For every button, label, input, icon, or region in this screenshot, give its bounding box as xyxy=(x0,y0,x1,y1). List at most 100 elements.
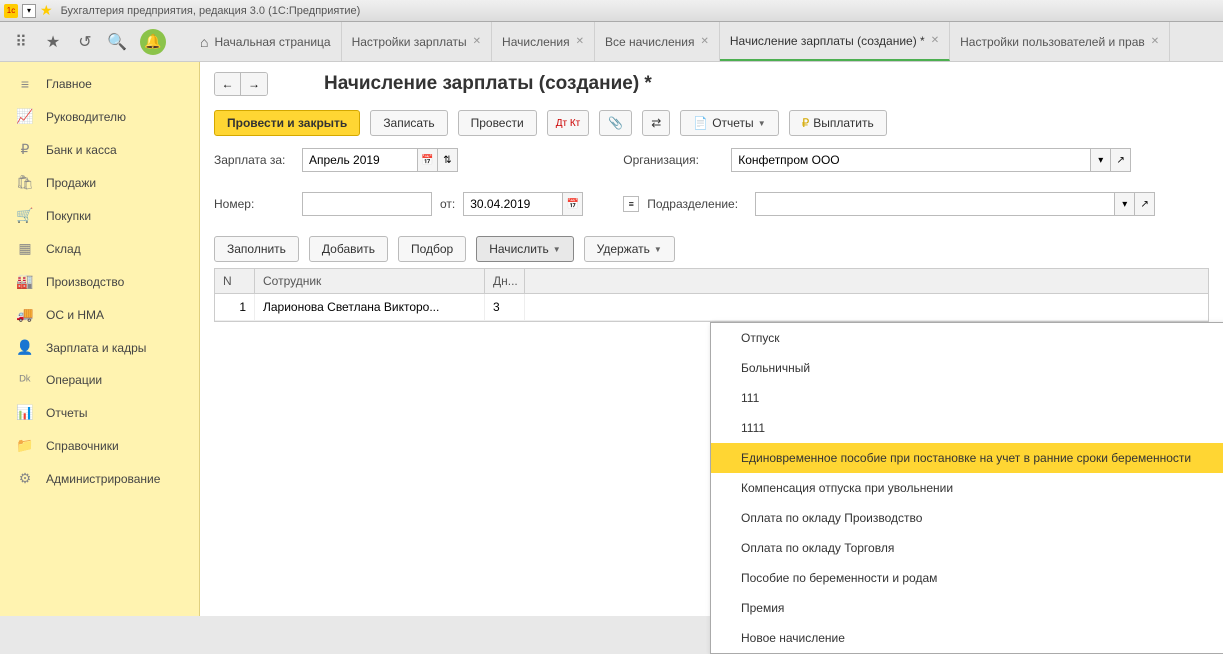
menu-item-vacation[interactable]: Отпуск xyxy=(711,323,1223,353)
tab-label: Начальная страница xyxy=(214,35,330,49)
fill-button[interactable]: Заполнить xyxy=(214,236,299,262)
col-n: N xyxy=(215,269,255,293)
number-input[interactable] xyxy=(302,192,432,216)
withhold-button[interactable]: Удержать ▼ xyxy=(584,236,675,262)
menu-item-comp-vacation[interactable]: Компенсация отпуска при увольнении xyxy=(711,473,1223,503)
tab-accruals[interactable]: Начисления ✕ xyxy=(492,22,595,61)
chevron-down-icon[interactable]: ▾ xyxy=(1115,192,1135,216)
calendar-icon[interactable]: 📅 xyxy=(418,148,438,172)
close-icon[interactable]: ✕ xyxy=(931,35,939,46)
tab-label: Начисление зарплаты (создание) * xyxy=(730,34,925,48)
hierarchy-button[interactable]: ⇄ xyxy=(642,110,670,136)
date-input[interactable]: 30.04.2019 xyxy=(463,192,563,216)
close-icon[interactable]: ✕ xyxy=(700,36,708,47)
save-button[interactable]: Записать xyxy=(370,110,447,136)
menu-item-salary-trade[interactable]: Оплата по окладу Торговля xyxy=(711,533,1223,563)
chart-icon: 📈 xyxy=(16,108,34,125)
favorite-icon[interactable]: ★ xyxy=(40,2,53,19)
tab-settings-salary[interactable]: Настройки зарплаты ✕ xyxy=(342,22,492,61)
pick-button[interactable]: Подбор xyxy=(398,236,466,262)
reports-button[interactable]: 📄Отчеты▼ xyxy=(680,110,778,136)
cell-employee: Ларионова Светлана Викторо... xyxy=(255,294,485,320)
month-input[interactable]: Апрель 2019 xyxy=(302,148,418,172)
menu-item-maternity[interactable]: Пособие по беременности и родам xyxy=(711,563,1223,593)
attach-button[interactable]: 📎 xyxy=(599,110,632,136)
menu-item-pregnancy-benefit[interactable]: Единовременное пособие при постановке на… xyxy=(711,443,1223,473)
chevron-down-icon[interactable]: ▾ xyxy=(1091,148,1111,172)
home-icon: ⌂ xyxy=(200,34,208,50)
close-icon[interactable]: ✕ xyxy=(1151,36,1159,47)
sidebar-item-bank[interactable]: ₽Банк и касса xyxy=(0,133,199,166)
dtkt-icon: ᴰᵏ xyxy=(16,372,34,388)
accrue-button[interactable]: Начислить ▼ xyxy=(476,236,573,262)
dept-input[interactable] xyxy=(755,192,1115,216)
menu-item-1111[interactable]: 1111 xyxy=(711,413,1223,443)
sidebar-item-production[interactable]: 🏭Производство xyxy=(0,265,199,298)
sidebar-label: Операции xyxy=(46,373,102,387)
tab-all-accruals[interactable]: Все начисления ✕ xyxy=(595,22,720,61)
spinner-icon[interactable]: ⇅ xyxy=(438,148,458,172)
chevron-down-icon: ▼ xyxy=(758,119,766,128)
close-icon[interactable]: ✕ xyxy=(473,36,481,47)
main-toolbar: ⠿ ★ ↺ 🔍 🔔 ⌂ Начальная страница Настройки… xyxy=(0,22,1223,62)
sidebar-item-sales[interactable]: 🛍Продажи xyxy=(0,166,199,199)
page-title: Начисление зарплаты (создание) * xyxy=(324,73,652,95)
pay-button[interactable]: ₽Выплатить xyxy=(789,110,887,136)
menu-item-sick[interactable]: Больничный xyxy=(711,353,1223,383)
apps-icon[interactable]: ⠿ xyxy=(12,33,30,51)
table-row[interactable]: 1 Ларионова Светлана Викторо... 3 xyxy=(215,294,1208,321)
org-input[interactable]: Конфетпром ООО xyxy=(731,148,1091,172)
sidebar-item-manager[interactable]: 📈Руководителю xyxy=(0,100,199,133)
sidebar-item-purchases[interactable]: 🛒Покупки xyxy=(0,199,199,232)
post-button[interactable]: Провести xyxy=(458,110,537,136)
sidebar-label: Банк и касса xyxy=(46,143,117,157)
tab-user-settings[interactable]: Настройки пользователей и прав ✕ xyxy=(950,22,1170,61)
cell-n: 1 xyxy=(215,294,255,320)
search-icon[interactable]: 🔍 xyxy=(108,33,126,51)
chevron-down-icon: ▼ xyxy=(654,245,662,254)
sidebar-item-catalogs[interactable]: 📁Справочники xyxy=(0,429,199,462)
tab-label: Начисления xyxy=(502,35,570,49)
menu-item-bonus[interactable]: Премия xyxy=(711,593,1223,623)
add-button[interactable]: Добавить xyxy=(309,236,388,262)
nav-buttons: ← → xyxy=(214,72,268,96)
back-button[interactable]: ← xyxy=(215,73,241,95)
clip-icon: 📎 xyxy=(608,116,623,130)
history-icon[interactable]: ↺ xyxy=(76,33,94,51)
tab-label: Все начисления xyxy=(605,35,695,49)
dtkt-icon: Дт Кт xyxy=(556,118,581,129)
sidebar-item-operations[interactable]: ᴰᵏ Операции xyxy=(0,364,199,396)
window-title: Бухгалтерия предприятия, редакция 3.0 (1… xyxy=(61,5,361,17)
sidebar-item-admin[interactable]: ⚙Администрирование xyxy=(0,462,199,495)
menu-item-new[interactable]: Новое начисление xyxy=(711,623,1223,653)
sidebar-item-assets[interactable]: 🚚ОС и НМА xyxy=(0,298,199,331)
open-icon[interactable]: ↗ xyxy=(1135,192,1155,216)
bag-icon: 🛍 xyxy=(16,174,34,191)
dtkt-button[interactable]: Дт Кт xyxy=(547,110,590,136)
star-icon[interactable]: ★ xyxy=(44,33,62,51)
menu-item-salary-prod[interactable]: Оплата по окладу Производство xyxy=(711,503,1223,533)
list-icon[interactable]: ≡ xyxy=(623,196,639,212)
close-icon[interactable]: ✕ xyxy=(576,36,584,47)
post-close-button[interactable]: Провести и закрыть xyxy=(214,110,360,136)
app-menu-dropdown[interactable]: ▾ xyxy=(22,4,36,18)
sidebar-item-salary[interactable]: 👤Зарплата и кадры xyxy=(0,331,199,364)
sidebar-item-warehouse[interactable]: ▦Склад xyxy=(0,232,199,265)
tab-home[interactable]: ⌂ Начальная страница xyxy=(190,22,342,61)
cart-icon: 🛒 xyxy=(16,207,34,224)
open-icon[interactable]: ↗ xyxy=(1111,148,1131,172)
notifications-icon[interactable]: 🔔 xyxy=(140,29,166,55)
app-icon: 1c xyxy=(4,4,18,18)
sidebar-label: Склад xyxy=(46,242,81,256)
menu-item-111[interactable]: 111 xyxy=(711,383,1223,413)
sidebar-label: Администрирование xyxy=(46,472,160,486)
sidebar-item-reports[interactable]: 📊Отчеты xyxy=(0,396,199,429)
bars-icon: 📊 xyxy=(16,404,34,421)
tab-salary-create[interactable]: Начисление зарплаты (создание) * ✕ xyxy=(720,22,950,61)
report-icon: 📄 xyxy=(693,116,708,130)
sidebar-item-main[interactable]: ≡Главное xyxy=(0,68,199,100)
employees-table: N Сотрудник Дн... 1 Ларионова Светлана В… xyxy=(214,268,1209,322)
window-titlebar: 1c ▾ ★ Бухгалтерия предприятия, редакция… xyxy=(0,0,1223,22)
forward-button[interactable]: → xyxy=(241,73,267,95)
calendar-icon[interactable]: 📅 xyxy=(563,192,583,216)
